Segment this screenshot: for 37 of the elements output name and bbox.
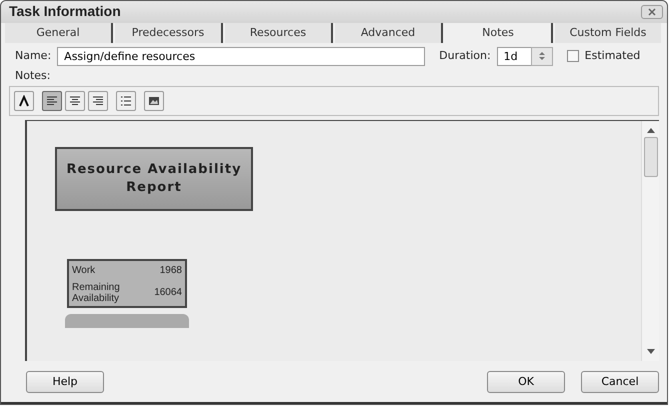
ok-button[interactable]: OK [487, 371, 565, 393]
align-left-button[interactable] [42, 91, 62, 112]
estimated-label: Estimated [584, 48, 640, 64]
align-left-icon [46, 95, 58, 108]
bullets-button[interactable] [116, 91, 136, 112]
help-button[interactable]: Help [26, 371, 104, 393]
close-button[interactable] [641, 4, 663, 19]
report-row-label: Remaining Availability [72, 282, 121, 304]
tab[interactable]: Resources [225, 22, 333, 43]
align-center-icon [69, 95, 81, 108]
notes-label: Notes: [15, 68, 50, 82]
font-button[interactable] [14, 91, 34, 112]
align-right-icon [92, 95, 104, 108]
tab[interactable]: Custom Fields [555, 22, 661, 43]
align-right-button[interactable] [88, 91, 108, 112]
tab[interactable]: General [5, 22, 113, 43]
tab[interactable]: Advanced [335, 22, 443, 43]
report-row-label: Work [72, 264, 96, 276]
estimated-checkbox[interactable] [566, 50, 579, 62]
report-title-box: Resource Availability Report [55, 146, 253, 211]
duration-label: Duration: [439, 48, 491, 64]
picture-button[interactable] [144, 91, 164, 112]
name-label: Name: [15, 48, 52, 64]
bullet-list-icon [120, 95, 132, 108]
align-center-button[interactable] [65, 91, 85, 112]
picture-icon [148, 95, 160, 108]
name-field[interactable]: Assign/define resources [57, 46, 426, 66]
scroll-up-icon[interactable] [646, 126, 654, 133]
tab[interactable]: Predecessors [115, 22, 223, 43]
cancel-button[interactable]: Cancel [581, 371, 659, 393]
close-icon [648, 8, 656, 16]
report-row-value: 1968 [160, 264, 182, 278]
scroll-down-icon[interactable] [646, 349, 654, 355]
report-row-value: 16064 [154, 286, 182, 300]
window-title: Task Information [9, 2, 121, 22]
scroll-thumb[interactable] [644, 136, 658, 177]
font-icon [18, 95, 30, 108]
